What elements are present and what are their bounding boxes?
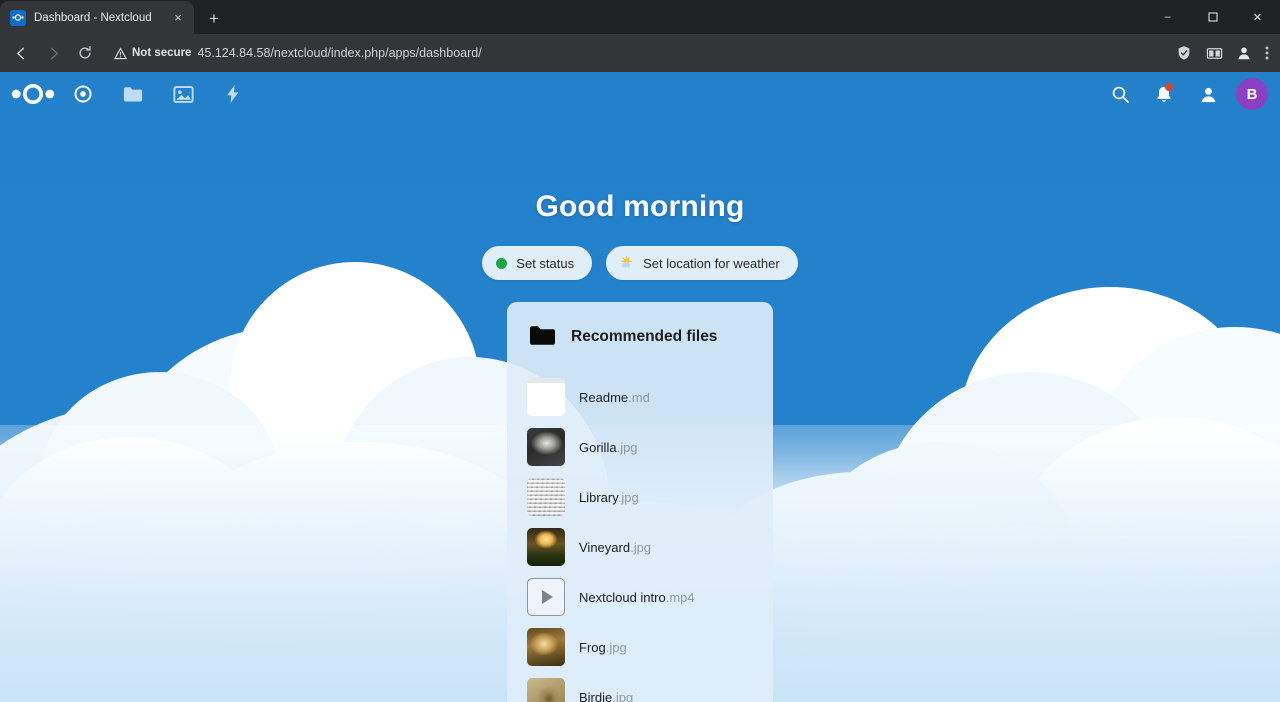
list-item[interactable]: Gorilla.jpg <box>523 422 757 472</box>
minimize-button[interactable]: – <box>1145 0 1190 34</box>
not-secure-indicator[interactable]: Not secure <box>114 46 192 60</box>
list-item[interactable]: Frog.jpg <box>523 622 757 672</box>
folder-icon <box>529 324 555 350</box>
contacts-icon[interactable] <box>1188 72 1228 116</box>
recommended-files-widget: Recommended files Readme.md Gorilla.jpg … <box>507 302 773 702</box>
set-weather-label: Set location for weather <box>643 255 780 271</box>
new-tab-button[interactable]: + <box>200 4 228 32</box>
nextcloud-favicon <box>10 9 26 26</box>
browser-window: Dashboard - Nextcloud × + – ✕ Not secure… <box>0 0 1280 702</box>
header-right-actions: B <box>1100 72 1268 116</box>
toolbar-right-icons <box>1170 39 1274 67</box>
maximize-button[interactable] <box>1190 0 1235 34</box>
file-name: Frog.jpg <box>579 639 627 655</box>
url-text[interactable]: 45.124.84.58/nextcloud/index.php/apps/da… <box>197 46 481 60</box>
file-thumbnail <box>527 528 565 566</box>
list-item[interactable]: Birdie.jpg <box>523 672 757 702</box>
warning-triangle-icon <box>114 46 127 59</box>
close-icon[interactable]: × <box>170 10 186 26</box>
greeting-section: Good morning Set status Set location for… <box>0 116 1280 280</box>
tab-strip: Dashboard - Nextcloud × + – ✕ <box>0 0 1280 34</box>
tab-title: Dashboard - Nextcloud <box>34 11 152 24</box>
file-extension: .jpg <box>605 639 627 655</box>
file-list: Readme.md Gorilla.jpg Library.jpg Vineya… <box>523 372 757 702</box>
reload-icon[interactable] <box>70 38 100 68</box>
set-status-label: Set status <box>516 255 575 271</box>
file-thumbnail <box>527 478 565 516</box>
file-name: Birdie.jpg <box>579 690 633 702</box>
list-item[interactable]: Nextcloud intro.mp4 <box>523 572 757 622</box>
back-icon[interactable] <box>6 38 36 68</box>
widget-header: Recommended files <box>523 320 757 356</box>
file-name: Readme.md <box>579 389 650 405</box>
notification-badge <box>1165 83 1173 91</box>
online-status-dot <box>496 257 508 269</box>
split-screen-icon[interactable] <box>1200 39 1228 67</box>
list-item[interactable]: Vineyard.jpg <box>523 522 757 572</box>
widget-area: Recommended files Readme.md Gorilla.jpg … <box>0 302 1280 702</box>
browser-tab[interactable]: Dashboard - Nextcloud × <box>0 1 194 34</box>
file-name: Library.jpg <box>579 489 639 505</box>
file-extension: .jpg <box>630 539 652 555</box>
file-thumbnail <box>527 678 565 702</box>
sidebar-item-photos[interactable] <box>158 72 208 116</box>
file-extension: .jpg <box>616 439 638 455</box>
quick-action-pills: Set status Set location for weather <box>482 246 798 280</box>
set-weather-location-button[interactable]: Set location for weather <box>606 246 798 280</box>
widget-title: Recommended files <box>571 328 718 345</box>
sun-icon <box>620 256 634 270</box>
list-item[interactable]: Library.jpg <box>523 472 757 522</box>
avatar[interactable]: B <box>1236 78 1268 110</box>
file-extension: .jpg <box>617 489 639 505</box>
file-thumbnail <box>527 628 565 666</box>
window-controls: – ✕ <box>1145 0 1280 34</box>
nextcloud-header: B <box>0 72 1280 116</box>
file-thumbnail <box>527 428 565 466</box>
bell-icon[interactable] <box>1144 72 1184 116</box>
security-label: Not secure <box>132 47 192 59</box>
file-thumbnail <box>527 378 565 416</box>
file-name: Nextcloud intro.mp4 <box>579 589 695 605</box>
video-file-thumbnail <box>527 578 565 616</box>
list-item[interactable]: Readme.md <box>523 372 757 422</box>
close-window-button[interactable]: ✕ <box>1235 0 1280 34</box>
file-extension: .jpg <box>612 689 634 702</box>
profile-icon[interactable] <box>1230 39 1258 67</box>
shield-icon[interactable] <box>1170 39 1198 67</box>
nextcloud-logo[interactable] <box>8 72 58 116</box>
address-bar[interactable]: Not secure 45.124.84.58/nextcloud/index.… <box>106 39 1168 67</box>
nextcloud-dashboard-page: B Good morning Set status Set location f… <box>0 72 1280 702</box>
file-extension: .md <box>628 389 650 405</box>
sidebar-item-files[interactable] <box>108 72 158 116</box>
app-navigation <box>58 72 258 116</box>
set-status-button[interactable]: Set status <box>482 246 593 280</box>
browser-toolbar: Not secure 45.124.84.58/nextcloud/index.… <box>0 34 1280 72</box>
search-icon[interactable] <box>1100 72 1140 116</box>
sidebar-item-dashboard[interactable] <box>58 72 108 116</box>
file-extension: .mp4 <box>665 589 695 605</box>
file-name: Vineyard.jpg <box>579 539 652 555</box>
file-name: Gorilla.jpg <box>579 439 638 455</box>
sidebar-item-activity[interactable] <box>208 72 258 116</box>
more-menu-icon[interactable] <box>1260 39 1274 67</box>
play-icon <box>542 590 553 604</box>
page-title: Good morning <box>535 190 745 223</box>
forward-icon <box>38 38 68 68</box>
